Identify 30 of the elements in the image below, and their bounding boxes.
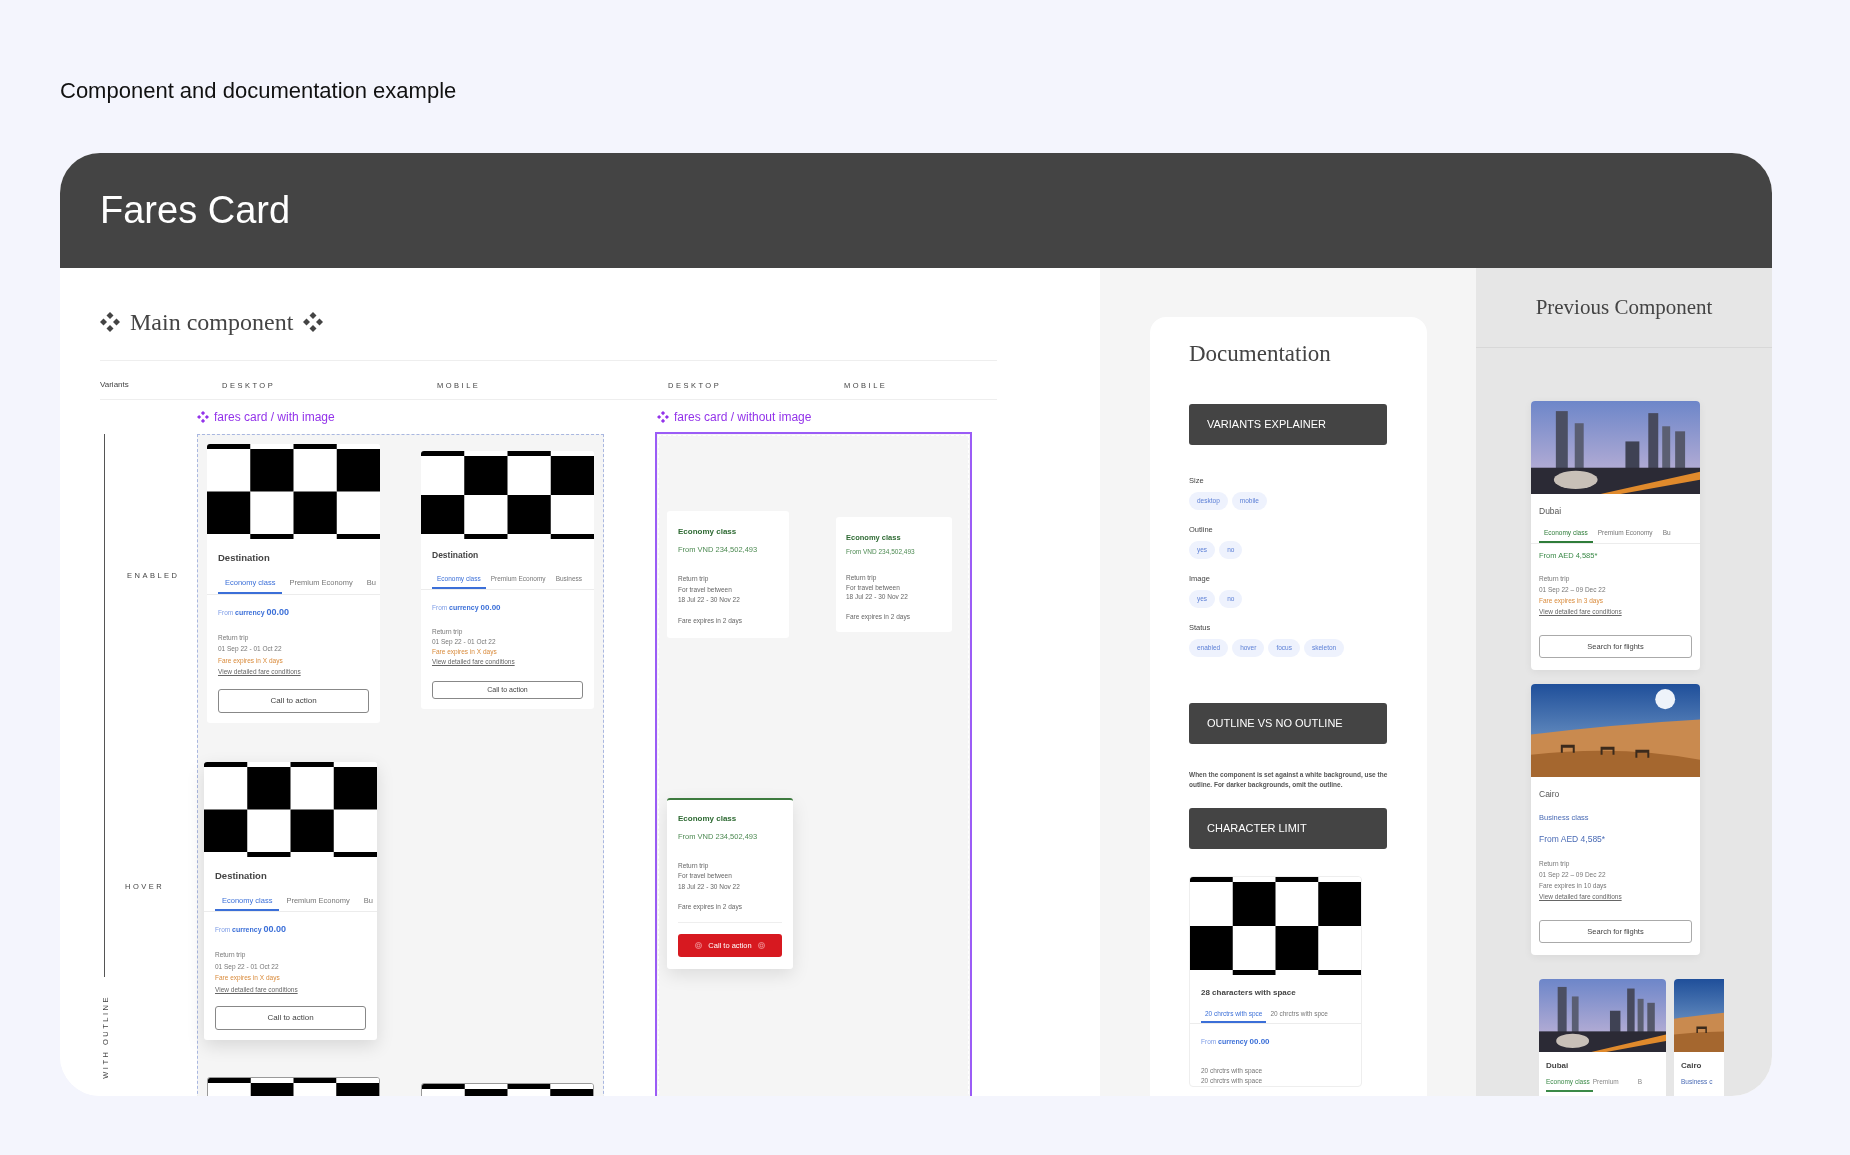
call-to-action-button[interactable]: Call to action bbox=[215, 1006, 366, 1030]
variant-set-title: fares card / without image bbox=[674, 409, 812, 426]
documentation-title: Documentation bbox=[1189, 340, 1332, 368]
destination-title: Destination bbox=[214, 868, 268, 883]
destination-title: Destination bbox=[431, 549, 480, 562]
target-icon bbox=[757, 942, 765, 949]
price-text: From AED 4,585* bbox=[1538, 832, 1607, 846]
header-title: Fares Card bbox=[100, 188, 291, 233]
component-icon bbox=[100, 312, 120, 332]
city-title: Cairo bbox=[1538, 787, 1561, 801]
component-icon bbox=[303, 312, 324, 332]
destination-title: Destination bbox=[217, 551, 271, 565]
component-icon bbox=[657, 411, 669, 423]
city-title: Cairo bbox=[1680, 1059, 1703, 1072]
destination-title: 28 characters with space bbox=[1200, 986, 1297, 999]
variants-label: Variants bbox=[100, 379, 130, 391]
page-title: Component and documentation example bbox=[59, 77, 458, 105]
city-title: Dubai bbox=[1545, 1059, 1570, 1072]
section-heading: VARIANTS EXPLAINER bbox=[1189, 403, 1387, 445]
call-to-action-button[interactable]: Call to action bbox=[218, 688, 369, 713]
variant-set-title: fares card / with image bbox=[214, 409, 335, 426]
previous-title: Previous Component bbox=[1535, 293, 1713, 321]
section-heading: OUTLINE VS NO OUTLINE bbox=[1189, 702, 1387, 744]
fare-class-title: Economy class bbox=[678, 526, 738, 538]
component-icon bbox=[197, 411, 209, 423]
section-title: Main component bbox=[130, 308, 294, 337]
city-title: Dubai bbox=[1538, 505, 1563, 518]
section-heading: CHARACTER LIMIT bbox=[1189, 807, 1387, 849]
target-icon bbox=[695, 942, 703, 949]
fare-class-title: Economy class bbox=[678, 812, 738, 825]
